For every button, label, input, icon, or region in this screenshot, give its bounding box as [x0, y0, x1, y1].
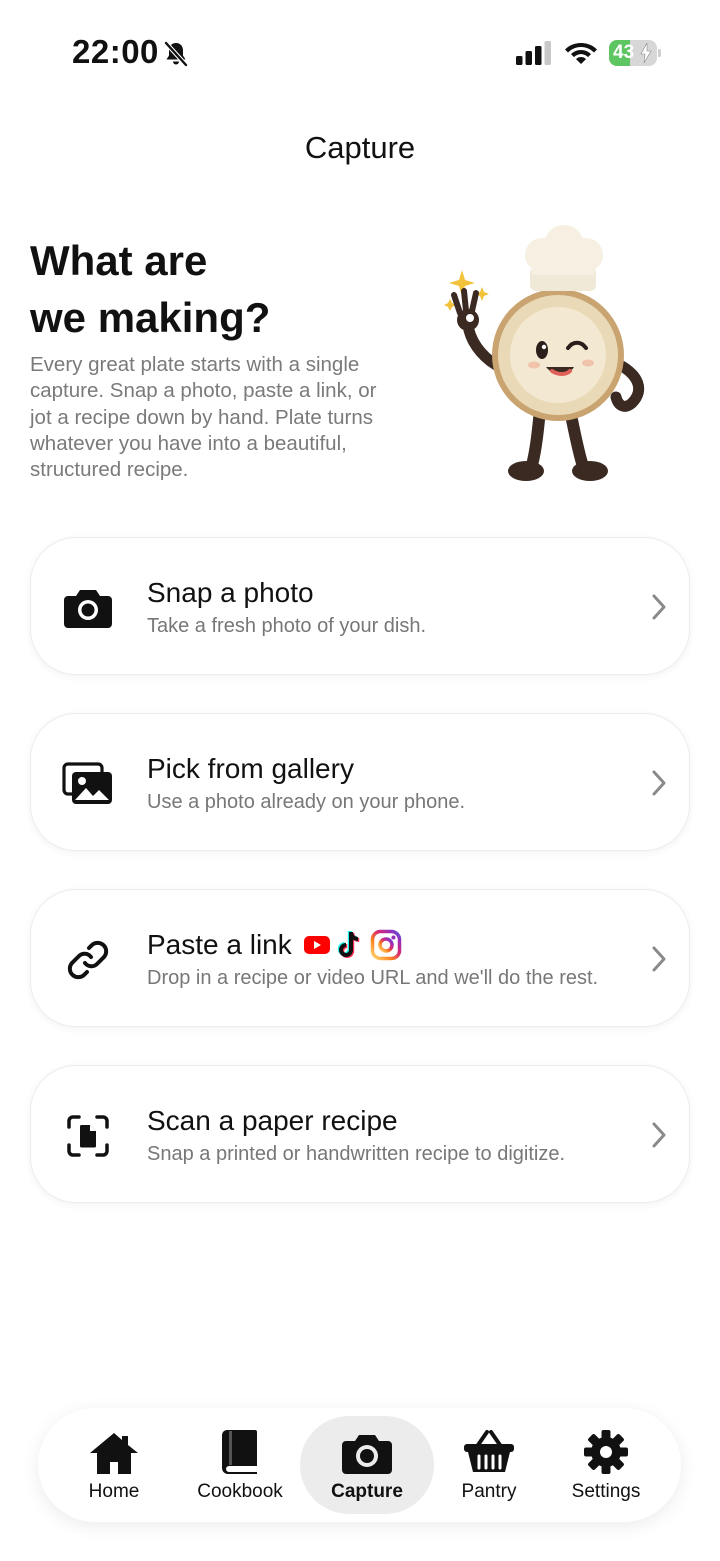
battery-charging-icon: 43 [609, 40, 661, 66]
card-title: Scan a paper recipe [147, 1104, 398, 1136]
card-subtitle: Use a photo already on your phone. [147, 790, 465, 813]
status-bar: 22:00 43 [0, 0, 720, 100]
link-icon [61, 933, 115, 987]
card-subtitle: Drop in a recipe or video URL and we'll … [147, 966, 599, 989]
hero-description: Every great plate starts with a single c… [30, 353, 377, 482]
pick-gallery-card[interactable]: Pick from gallery Use a photo already on… [30, 713, 690, 851]
paste-link-card[interactable]: Paste a link Drop in a recipe or video U… [30, 889, 690, 1027]
tab-pantry[interactable]: Pantry [440, 1416, 538, 1514]
scan-paper-card[interactable]: Scan a paper recipe Snap a printed or ha… [30, 1065, 690, 1203]
camera-icon [61, 581, 115, 635]
chevron-right-icon [652, 946, 666, 972]
bell-slash-icon [164, 41, 188, 67]
tab-capture[interactable]: Capture [300, 1416, 434, 1514]
tab-label: Cookbook [197, 1481, 283, 1502]
card-title-row: Paste a link [147, 927, 617, 963]
cellular-signal-icon [516, 41, 551, 65]
book-icon [222, 1430, 257, 1474]
hero-title-line2: we making? [30, 294, 271, 341]
capture-screen: 22:00 43 Capture What are we making? Eve… [0, 0, 720, 1561]
card-title: Pick from gallery [147, 752, 354, 784]
status-time: 22:00 [72, 33, 159, 70]
tab-label: Pantry [461, 1481, 517, 1502]
page-title: Capture [304, 130, 416, 165]
wifi-icon [565, 43, 597, 64]
bottom-nav: Home Cookbook Capture Pantry Settings [38, 1408, 681, 1522]
chef-mascot-illustration [444, 225, 645, 481]
scan-document-icon [61, 1109, 115, 1163]
card-title: Paste a link [147, 928, 292, 960]
chevron-right-icon [652, 594, 666, 620]
tab-label: Settings [571, 1481, 641, 1502]
card-title: Snap a photo [147, 576, 314, 608]
camera-icon [342, 1435, 392, 1474]
brand-icons [303, 929, 402, 961]
tab-label: Home [88, 1481, 140, 1502]
hero-title: What are we making? [30, 232, 410, 346]
home-icon [90, 1433, 138, 1474]
hero-title-line1: What are [30, 237, 208, 284]
tab-home[interactable]: Home [60, 1416, 168, 1514]
gear-icon [584, 1430, 628, 1474]
snap-photo-card[interactable]: Snap a photo Take a fresh photo of your … [30, 537, 690, 675]
youtube-icon [303, 935, 330, 954]
instagram-icon [370, 929, 401, 960]
chevron-right-icon [652, 770, 666, 796]
card-subtitle: Snap a printed or handwritten recipe to … [147, 1142, 566, 1165]
gallery-icon [61, 757, 115, 811]
tiktok-icon [337, 930, 360, 958]
tab-cookbook[interactable]: Cookbook [186, 1416, 294, 1514]
chevron-right-icon [652, 1122, 666, 1148]
tab-label: Capture [331, 1481, 403, 1502]
basket-icon [464, 1430, 514, 1472]
tab-settings[interactable]: Settings [554, 1416, 658, 1514]
card-subtitle: Take a fresh photo of your dish. [147, 614, 427, 637]
